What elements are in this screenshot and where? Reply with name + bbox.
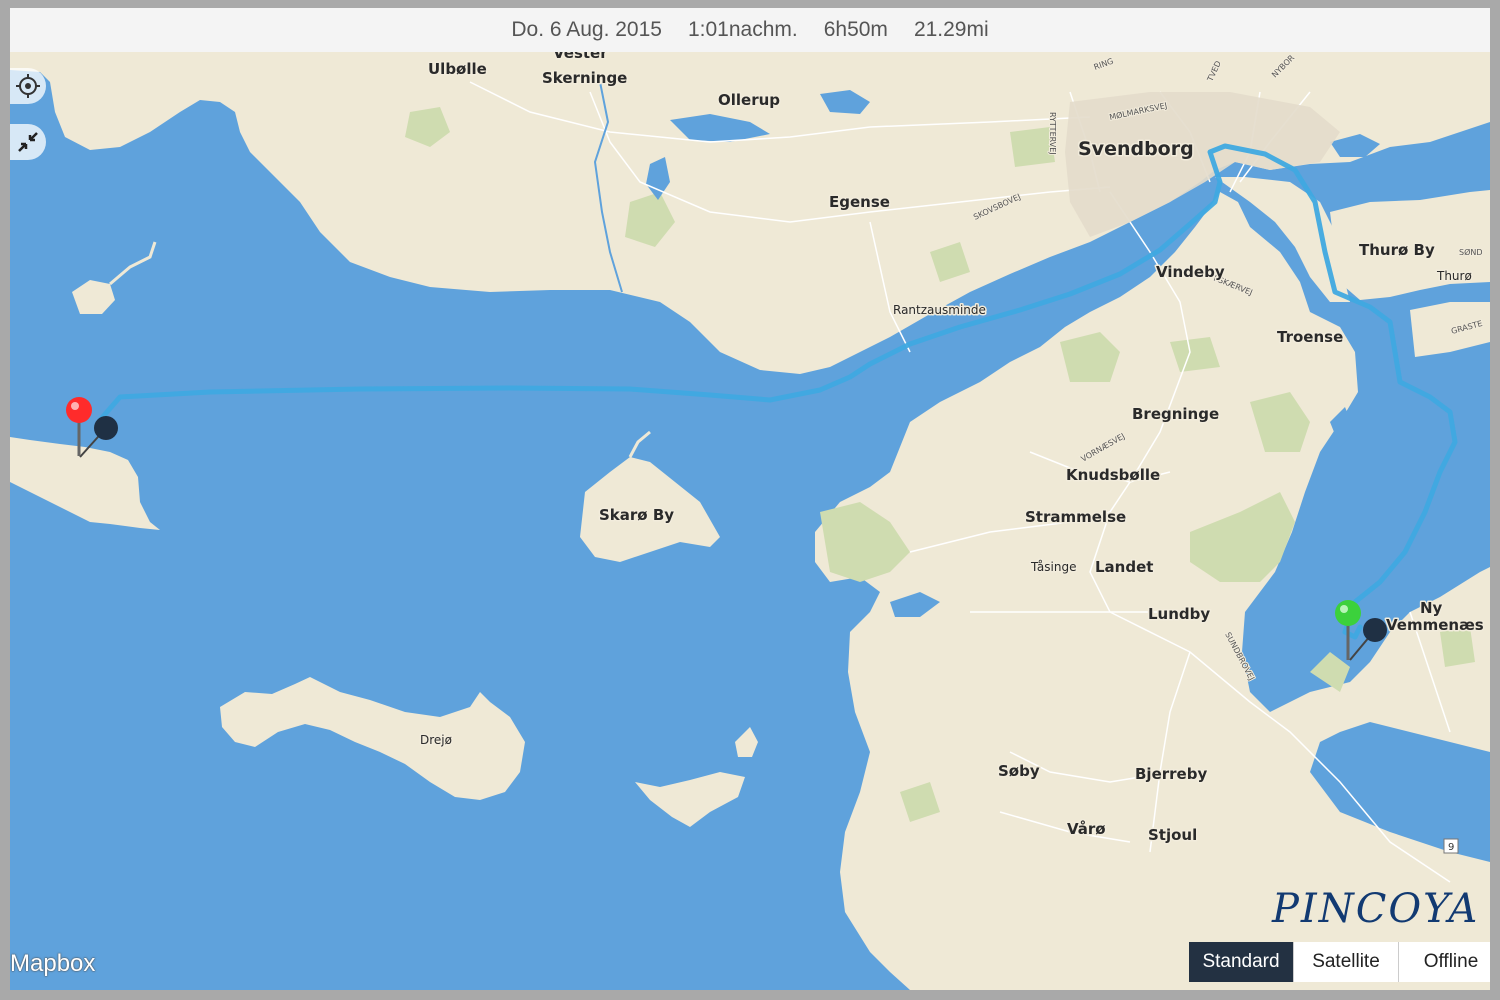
place-varo: Vårø [1067,820,1106,838]
place-tasinge: Tåsinge [1030,560,1076,574]
map-mode-offline[interactable]: Offline [1398,942,1490,982]
place-bjerreby: Bjerreby [1135,765,1207,783]
place-vester: Vester [553,52,608,62]
road-label-rytterve: RYTTERVEJ [1048,112,1057,155]
place-lundby: Lundby [1148,605,1210,623]
place-soby: Søby [998,762,1040,780]
place-ollerup: Ollerup [718,91,780,109]
place-knudsbolle: Knudsbølle [1066,466,1160,484]
track-distance: 21.29mi [913,18,989,41]
map-attribution[interactable]: Mapbox [10,950,95,978]
place-thuro-by: Thurø By [1359,241,1435,259]
track-summary-bar: Do. 6 Aug. 2015 1:01nachm. 6h50m 21.29mi [10,8,1490,52]
map-mode-standard[interactable]: Standard [1189,942,1293,982]
road-label-route-9: 9 [1448,842,1454,853]
place-landet: Landet [1095,558,1153,576]
place-vemmenaes: Vemmenæs [1386,616,1484,634]
place-rantzausminde: Rantzausminde [893,303,986,317]
map-view[interactable]: RING TVED NYBOR MØLMARKSVEJ RYTTERVEJ SK… [10,52,1490,990]
map-mode-switch: Standard Satellite Offline [1189,942,1490,982]
collapse-arrows-icon [18,132,38,152]
place-stjoul: Stjoul [1148,826,1197,844]
place-ulbolle: Ulbølle [428,60,487,78]
place-bregninge: Bregninge [1132,405,1219,423]
crosshair-icon [16,74,40,98]
place-egense: Egense [829,193,890,211]
place-thuro: Thurø [1436,269,1472,283]
place-vindeby: Vindeby [1156,263,1225,281]
locate-button[interactable] [10,68,46,104]
collapse-button[interactable] [10,124,46,160]
place-skerninge: Skerninge [542,69,627,87]
track-date: Do. 6 Aug. 2015 [511,18,662,41]
track-time: 1:01nachm. [687,18,798,41]
track-duration: 6h50m [823,18,888,41]
place-strammelse: Strammelse [1025,508,1126,526]
place-drejo: Drejø [420,733,452,747]
place-ny: Ny [1420,599,1443,617]
place-skaro-by: Skarø By [599,506,674,524]
brand-watermark: PINCOYA [1272,886,1480,932]
place-svendborg: Svendborg [1078,138,1194,160]
app-window: Do. 6 Aug. 2015 1:01nachm. 6h50m 21.29mi [10,8,1490,990]
road-label-sond: SØND [1459,247,1483,257]
map-mode-satellite[interactable]: Satellite [1293,942,1398,982]
place-troense: Troense [1277,328,1343,346]
